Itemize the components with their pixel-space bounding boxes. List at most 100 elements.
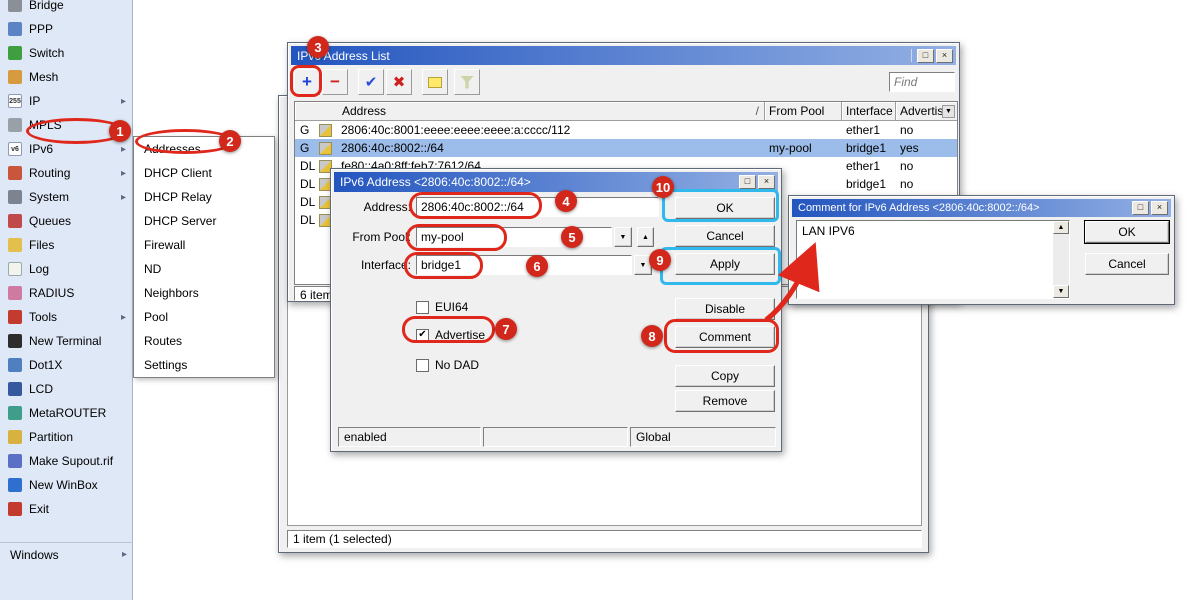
sidebar-item-routing[interactable]: Routing▸ bbox=[0, 161, 132, 185]
enable-button[interactable]: ✔ bbox=[358, 69, 384, 95]
column-filter-dropdown[interactable]: ▼ bbox=[942, 105, 955, 118]
sidebar-item-files[interactable]: Files bbox=[0, 233, 132, 257]
annotation-step-badge: 8 bbox=[641, 325, 663, 347]
sidebar-item-label: New Terminal bbox=[29, 334, 126, 348]
row-advertise: no bbox=[896, 123, 957, 137]
note-icon bbox=[428, 77, 442, 88]
find-input[interactable] bbox=[889, 72, 955, 92]
sidebar-item-label: Windows bbox=[8, 548, 115, 562]
middle-status bbox=[483, 427, 628, 447]
remove-button[interactable]: Remove bbox=[675, 390, 775, 412]
sidebar-item-label: Exit bbox=[29, 502, 126, 516]
comment-cancel-button[interactable]: Cancel bbox=[1085, 253, 1169, 275]
winbox-icon bbox=[8, 478, 22, 492]
address-label: Address: bbox=[339, 200, 411, 214]
submenu-item-routes[interactable]: Routes bbox=[134, 329, 274, 353]
annotation-rect-pool-field bbox=[406, 224, 507, 251]
copy-button[interactable]: Copy bbox=[675, 365, 775, 387]
sidebar-item-ppp[interactable]: PPP bbox=[0, 17, 132, 41]
sidebar-item-exit[interactable]: Exit bbox=[0, 497, 132, 521]
eui64-checkbox[interactable]: EUI64 bbox=[416, 300, 468, 314]
submenu-item-firewall[interactable]: Firewall bbox=[134, 233, 274, 257]
filter-button[interactable] bbox=[454, 69, 480, 95]
row-advertise: no bbox=[896, 177, 957, 191]
comment-ok-button[interactable]: OK bbox=[1085, 221, 1169, 243]
sidebar-item-system[interactable]: System▸ bbox=[0, 185, 132, 209]
comment-dialog: Comment for IPv6 Address <2806:40c:8002:… bbox=[788, 195, 1175, 305]
sidebar-item-radius[interactable]: RADIUS bbox=[0, 281, 132, 305]
sidebar-item-switch[interactable]: Switch bbox=[0, 41, 132, 65]
disable-button[interactable]: ✖ bbox=[386, 69, 412, 95]
annotation-rect-interface-field bbox=[404, 252, 483, 279]
sidebar-item-partition[interactable]: Partition bbox=[0, 425, 132, 449]
dot1x-icon bbox=[8, 358, 22, 372]
sidebar-item-make-supout[interactable]: Make Supout.rif bbox=[0, 449, 132, 473]
column-header-from-pool[interactable]: From Pool bbox=[765, 102, 842, 121]
supout-icon bbox=[8, 454, 22, 468]
table-row-selected[interactable]: G 2806:40c:8002::/64 my-pool bridge1 yes bbox=[295, 139, 957, 157]
check-icon: ✔ bbox=[365, 73, 378, 91]
from-pool-dropdown-button[interactable]: ▼ bbox=[614, 227, 632, 247]
maximize-button[interactable]: □ bbox=[1132, 201, 1149, 215]
comment-toolbar-button[interactable] bbox=[422, 69, 448, 95]
column-label: Interface bbox=[846, 104, 893, 118]
scroll-up-button[interactable]: ▲ bbox=[1053, 221, 1069, 234]
submenu-item-pool[interactable]: Pool bbox=[134, 305, 274, 329]
remove-button[interactable]: − bbox=[322, 69, 348, 95]
submenu-item-neighbors[interactable]: Neighbors bbox=[134, 281, 274, 305]
comment-text-area: LAN IPV6 ▲ ▼ bbox=[796, 220, 1070, 299]
maximize-button[interactable]: □ bbox=[739, 175, 756, 189]
row-flags: DL bbox=[295, 177, 319, 191]
ppp-icon bbox=[8, 22, 22, 36]
sidebar-item-lcd[interactable]: LCD bbox=[0, 377, 132, 401]
sidebar-item-new-winbox[interactable]: New WinBox bbox=[0, 473, 132, 497]
submenu-item-nd[interactable]: ND bbox=[134, 257, 274, 281]
column-label: From Pool bbox=[769, 104, 824, 118]
close-button[interactable]: × bbox=[1151, 201, 1168, 215]
sidebar-item-tools[interactable]: Tools▸ bbox=[0, 305, 132, 329]
sidebar-item-label: Tools bbox=[29, 310, 114, 324]
close-button[interactable]: × bbox=[758, 175, 775, 189]
switch-icon bbox=[8, 46, 22, 60]
funnel-icon bbox=[460, 76, 474, 89]
annotation-rect-advertise-checkbox bbox=[402, 316, 495, 343]
no-dad-checkbox[interactable]: No DAD bbox=[416, 358, 479, 372]
sidebar-item-metarouter[interactable]: MetaROUTER bbox=[0, 401, 132, 425]
scroll-down-button[interactable]: ▼ bbox=[1053, 285, 1069, 298]
sidebar-item-dot1x[interactable]: Dot1X bbox=[0, 353, 132, 377]
sidebar-item-label: Files bbox=[29, 238, 126, 252]
sidebar-item-new-terminal[interactable]: New Terminal bbox=[0, 329, 132, 353]
item-count-status: 1 item (1 selected) bbox=[293, 532, 392, 546]
submenu-item-dhcp-server[interactable]: DHCP Server bbox=[134, 209, 274, 233]
comment-titlebar[interactable]: Comment for IPv6 Address <2806:40c:8002:… bbox=[792, 199, 1171, 217]
window-titlebar[interactable]: IPv6 Address List □ × bbox=[291, 46, 956, 65]
sidebar-item-bridge[interactable]: Bridge bbox=[0, 0, 132, 17]
annotation-step-badge: 10 bbox=[652, 176, 674, 198]
column-label: Address bbox=[342, 104, 386, 118]
ipv6-icon: v6 bbox=[8, 142, 22, 156]
column-header-address[interactable]: Address / bbox=[295, 102, 765, 121]
sort-indicator: / bbox=[756, 104, 759, 118]
maximize-button[interactable]: □ bbox=[917, 49, 934, 63]
comment-scrollbar[interactable]: ▲ ▼ bbox=[1053, 221, 1069, 298]
sidebar-item-ip[interactable]: 255IP▸ bbox=[0, 89, 132, 113]
sidebar-item-windows[interactable]: Windows ▸ bbox=[0, 542, 133, 566]
sidebar-item-queues[interactable]: Queues bbox=[0, 209, 132, 233]
column-header-advertise[interactable]: Advertise ▼ bbox=[896, 102, 957, 121]
sidebar-item-label: MetaROUTER bbox=[29, 406, 126, 420]
submenu-item-dhcp-client[interactable]: DHCP Client bbox=[134, 161, 274, 185]
close-button[interactable]: × bbox=[936, 49, 953, 63]
sidebar: Bridge PPP Switch Mesh 255IP▸ MPLS▸ v6IP… bbox=[0, 0, 133, 600]
sidebar-item-label: Make Supout.rif bbox=[29, 454, 126, 468]
sidebar-item-mesh[interactable]: Mesh bbox=[0, 65, 132, 89]
sidebar-item-log[interactable]: Log bbox=[0, 257, 132, 281]
mesh-icon bbox=[8, 70, 22, 84]
from-pool-up-button[interactable]: ▲ bbox=[637, 227, 654, 247]
column-header-interface[interactable]: Interface bbox=[842, 102, 896, 121]
lcd-icon bbox=[8, 382, 22, 396]
submenu-item-settings[interactable]: Settings bbox=[134, 353, 274, 377]
row-interface: bridge1 bbox=[842, 141, 896, 155]
table-row[interactable]: G 2806:40c:8001:eeee:eeee:eeee:a:cccc/11… bbox=[295, 121, 957, 139]
submenu-item-dhcp-relay[interactable]: DHCP Relay bbox=[134, 185, 274, 209]
cross-icon: ✖ bbox=[393, 73, 406, 91]
